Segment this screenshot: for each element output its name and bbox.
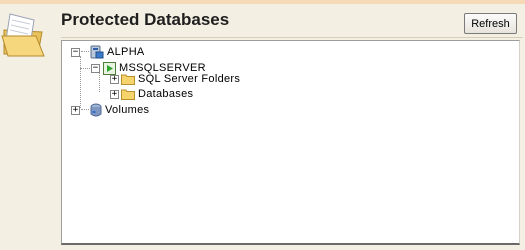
tree-node-sql-server-folders[interactable]: + SQL Server Folders	[110, 71, 240, 87]
tree-connector	[80, 56, 81, 108]
database-tree[interactable]: − ALPHA − MSSQLSERVER + SQL Server Folde…	[61, 40, 520, 245]
page-title: Protected Databases	[61, 10, 230, 29]
folder-icon	[121, 89, 135, 100]
tree-connector	[81, 109, 89, 111]
volume-icon	[90, 103, 102, 116]
collapse-toggle-icon[interactable]: −	[71, 47, 80, 57]
tree-node-volumes[interactable]: + Volumes	[71, 102, 149, 118]
tree-node-label: SQL Server Folders	[138, 73, 241, 85]
tree-node-label: Databases	[138, 88, 194, 100]
expand-toggle-icon[interactable]: +	[110, 74, 119, 84]
folder-icon	[121, 74, 135, 85]
header-accent-rule	[0, 0, 525, 4]
tree-node-label: Volumes	[105, 104, 150, 116]
title-divider	[61, 37, 523, 38]
tree-connector	[81, 51, 89, 53]
open-folder-icon	[1, 13, 45, 57]
server-icon	[90, 45, 104, 59]
collapse-toggle-icon[interactable]: −	[91, 63, 100, 73]
tree-node-label: ALPHA	[107, 46, 145, 58]
expand-toggle-icon[interactable]: +	[71, 105, 80, 115]
tree-node-alpha[interactable]: − ALPHA	[71, 44, 145, 60]
refresh-button[interactable]: Refresh	[464, 13, 517, 34]
expand-toggle-icon[interactable]: +	[110, 89, 119, 99]
tree-node-databases[interactable]: + Databases	[110, 86, 193, 102]
